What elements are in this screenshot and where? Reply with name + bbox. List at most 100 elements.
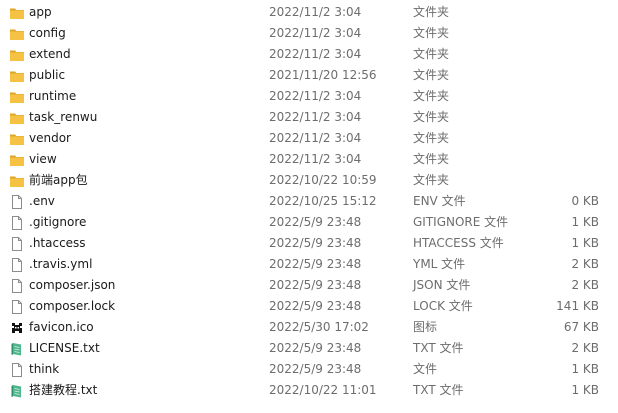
file-name: LICENSE.txt: [29, 341, 100, 355]
folder-icon: [9, 131, 25, 147]
file-type: TXT 文件: [413, 383, 464, 397]
file-date-modified: 2022/5/9 23:48: [269, 215, 362, 229]
file-date-modified: 2022/11/2 3:04: [269, 131, 362, 145]
file-type: 文件夹: [413, 131, 450, 145]
file-name: task_renwu: [29, 110, 98, 124]
folder-icon: [9, 110, 25, 126]
file-row[interactable]: composer.lock 2022/5/9 23:48 LOCK 文件 141 KB: [0, 296, 618, 317]
file-row[interactable]: 搭建教程.txt 2022/10/22 11:01 TXT 文件 1 KB: [0, 380, 618, 401]
file-type: 文件: [413, 362, 438, 376]
notepad-icon: [9, 383, 25, 399]
file-type: LOCK 文件: [413, 299, 473, 313]
file-date-modified: 2022/5/9 23:48: [269, 278, 362, 292]
file-type: HTACCESS 文件: [413, 236, 504, 250]
file-name: .gitignore: [29, 215, 87, 229]
file-size: 1 KB: [571, 236, 599, 250]
file-name: composer.json: [29, 278, 116, 292]
file-row[interactable]: vendor 2022/11/2 3:04 文件夹: [0, 128, 618, 149]
file-type: JSON 文件: [413, 278, 471, 292]
file-row[interactable]: .htaccess 2022/5/9 23:48 HTACCESS 文件 1 KB: [0, 233, 618, 254]
file-size: 2 KB: [571, 257, 599, 271]
file-type: GITIGNORE 文件: [413, 215, 509, 229]
file-type: TXT 文件: [413, 341, 464, 355]
file-name: view: [29, 152, 57, 166]
folder-icon: [9, 152, 25, 168]
file-icon: [9, 299, 25, 315]
file-row[interactable]: view 2022/11/2 3:04 文件夹: [0, 149, 618, 170]
file-icon: [9, 215, 25, 231]
file-type: 文件夹: [413, 173, 450, 187]
folder-icon: [9, 68, 25, 84]
file-name: vendor: [29, 131, 71, 145]
file-name: composer.lock: [29, 299, 116, 313]
file-date-modified: 2022/11/2 3:04: [269, 26, 362, 40]
file-date-modified: 2021/11/20 12:56: [269, 68, 377, 82]
file-name: 前端app包: [29, 173, 88, 187]
file-type: 文件夹: [413, 68, 450, 82]
file-name: 搭建教程.txt: [29, 383, 98, 397]
file-row[interactable]: .env 2022/10/25 15:12 ENV 文件 0 KB: [0, 191, 618, 212]
file-size: 2 KB: [571, 341, 599, 355]
file-icon: [9, 362, 25, 378]
folder-icon: [9, 26, 25, 42]
file-type: 文件夹: [413, 26, 450, 40]
file-size: 1 KB: [571, 215, 599, 229]
file-name: app: [29, 5, 52, 19]
file-list: app 2022/11/2 3:04 文件夹 config 2022/11/2 3:04…: [0, 2, 618, 401]
file-name: public: [29, 68, 66, 82]
file-date-modified: 2022/5/9 23:48: [269, 236, 362, 250]
file-date-modified: 2022/5/9 23:48: [269, 362, 362, 376]
file-type: ENV 文件: [413, 194, 466, 208]
file-date-modified: 2022/10/22 11:01: [269, 383, 377, 397]
file-name: .env: [29, 194, 55, 208]
file-size: 1 KB: [571, 362, 599, 376]
file-row[interactable]: config 2022/11/2 3:04 文件夹: [0, 23, 618, 44]
file-date-modified: 2022/10/22 10:59: [269, 173, 377, 187]
file-icon: [9, 278, 25, 294]
file-type: YML 文件: [413, 257, 466, 271]
file-row[interactable]: task_renwu 2022/11/2 3:04 文件夹: [0, 107, 618, 128]
file-row[interactable]: public 2021/11/20 12:56 文件夹: [0, 65, 618, 86]
folder-icon: [9, 89, 25, 105]
file-row[interactable]: LICENSE.txt 2022/5/9 23:48 TXT 文件 2 KB: [0, 338, 618, 359]
file-size: 1 KB: [571, 383, 599, 397]
file-name: .travis.yml: [29, 257, 93, 271]
file-row[interactable]: extend 2022/11/2 3:04 文件夹: [0, 44, 618, 65]
file-date-modified: 2022/5/9 23:48: [269, 257, 362, 271]
file-row[interactable]: runtime 2022/11/2 3:04 文件夹: [0, 86, 618, 107]
file-name: think: [29, 362, 60, 376]
file-type: 文件夹: [413, 110, 450, 124]
file-size: 67 KB: [563, 320, 599, 334]
file-row[interactable]: 前端app包 2022/10/22 10:59 文件夹: [0, 170, 618, 191]
file-date-modified: 2022/11/2 3:04: [269, 5, 362, 19]
file-date-modified: 2022/11/2 3:04: [269, 152, 362, 166]
file-date-modified: 2022/11/2 3:04: [269, 47, 362, 61]
folder-icon: [9, 173, 25, 189]
file-row[interactable]: .gitignore 2022/5/9 23:48 GITIGNORE 文件 1 KB: [0, 212, 618, 233]
file-name: favicon.ico: [29, 320, 94, 334]
file-row[interactable]: think 2022/5/9 23:48 文件 1 KB: [0, 359, 618, 380]
file-date-modified: 2022/10/25 15:12: [269, 194, 377, 208]
file-row[interactable]: composer.json 2022/5/9 23:48 JSON 文件 2 KB: [0, 275, 618, 296]
file-type: 文件夹: [413, 47, 450, 61]
folder-icon: [9, 47, 25, 63]
file-icon: [9, 194, 25, 210]
file-type: 文件夹: [413, 152, 450, 166]
file-size: 2 KB: [571, 278, 599, 292]
file-icon: [9, 257, 25, 273]
file-name: extend: [29, 47, 71, 61]
folder-icon: [9, 5, 25, 21]
file-size: 141 KB: [556, 299, 599, 313]
file-type: 图标: [413, 320, 438, 334]
file-date-modified: 2022/5/30 17:02: [269, 320, 369, 334]
file-size: 0 KB: [571, 194, 599, 208]
file-date-modified: 2022/11/2 3:04: [269, 110, 362, 124]
file-row[interactable]: app 2022/11/2 3:04 文件夹: [0, 2, 618, 23]
file-date-modified: 2022/11/2 3:04: [269, 89, 362, 103]
notepad-icon: [9, 341, 25, 357]
file-type: 文件夹: [413, 89, 450, 103]
file-date-modified: 2022/5/9 23:48: [269, 299, 362, 313]
favicon-icon: [9, 320, 25, 336]
file-row[interactable]: favicon.ico 2022/5/30 17:02 图标 67 KB: [0, 317, 618, 338]
file-row[interactable]: .travis.yml 2022/5/9 23:48 YML 文件 2 KB: [0, 254, 618, 275]
